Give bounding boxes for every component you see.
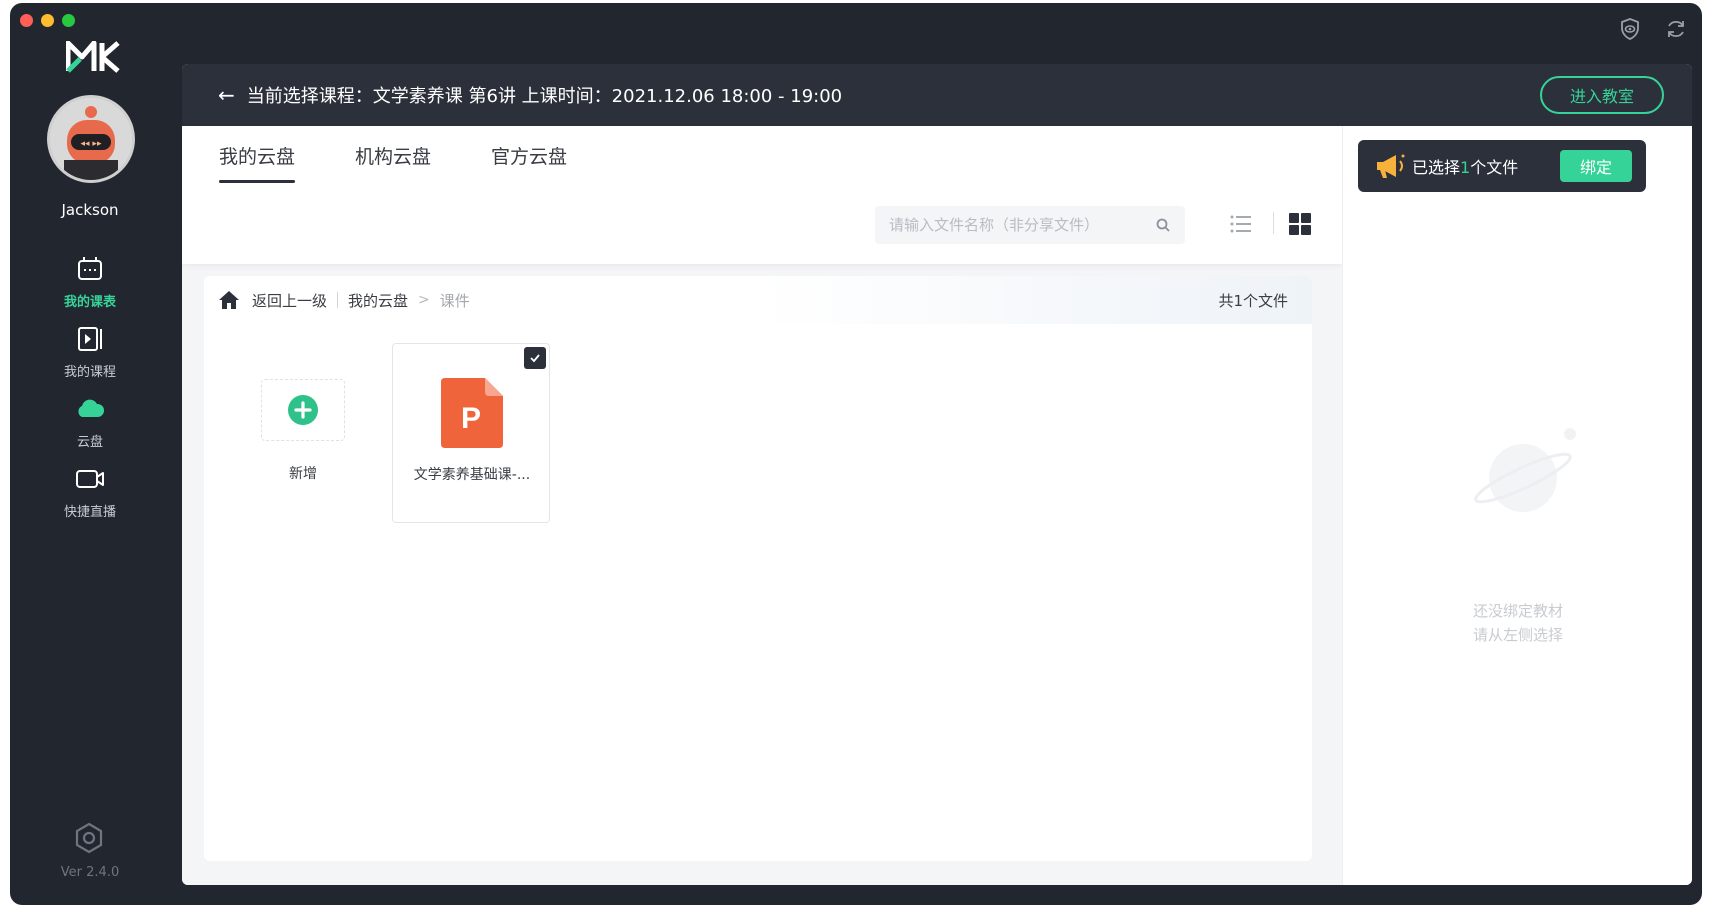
svg-text:◂◂ ▸▸: ◂◂ ▸▸ xyxy=(81,139,102,149)
app-logo xyxy=(66,41,120,73)
grid-view-icon[interactable] xyxy=(1287,211,1313,237)
back-arrow-icon[interactable]: ← xyxy=(218,83,235,107)
course-header: ← 当前选择课程：文学素养课 第6讲 上课时间：2021.12.06 18:00… xyxy=(182,64,1692,126)
cloud-icon xyxy=(78,399,105,417)
add-file-button[interactable] xyxy=(261,379,345,441)
breadcrumb-back-link[interactable]: 返回上一级 xyxy=(252,290,327,311)
enter-classroom-button[interactable]: 进入教室 xyxy=(1540,76,1664,114)
megaphone-icon xyxy=(1377,154,1405,178)
tab-official-cloud[interactable]: 官方云盘 xyxy=(491,142,567,183)
file-item[interactable]: P 文学素养基础课-... xyxy=(392,343,550,523)
selection-summary: 已选择1个文件 xyxy=(1412,158,1519,177)
sidebar-item-my-courses[interactable]: 我的课程 xyxy=(10,323,170,380)
empty-state-line-1: 还没绑定教材 xyxy=(1472,602,1563,620)
version-label: Ver 2.4.0 xyxy=(60,865,120,880)
home-icon[interactable] xyxy=(218,289,240,311)
file-count: 共1个文件 xyxy=(1218,292,1288,310)
files-card: 返回上一级 我的云盘 > 课件 共1个文件 新增 P 文学素养基础课-... xyxy=(204,276,1312,861)
tab-org-cloud[interactable]: 机构云盘 xyxy=(355,142,431,183)
sidebar-item-my-schedule[interactable]: 我的课表 xyxy=(10,253,170,310)
ppt-letter: P xyxy=(461,402,481,435)
avatar[interactable]: ◂◂ ▸▸ xyxy=(47,95,135,183)
username: Jackson xyxy=(61,201,119,219)
settings-icon[interactable] xyxy=(72,821,106,855)
selected-count: 1 xyxy=(1460,158,1471,177)
file-name: 文学素养基础课-... xyxy=(413,467,531,483)
calendar-icon xyxy=(78,257,102,280)
refresh-icon[interactable] xyxy=(1664,17,1688,41)
ppt-file-icon: P xyxy=(441,378,503,448)
breadcrumb-divider xyxy=(337,292,339,308)
tabs-area: 我的云盘 机构云盘 官方云盘 xyxy=(182,126,1342,264)
empty-state-line-2: 请从左侧选择 xyxy=(1472,626,1563,644)
list-view-icon[interactable] xyxy=(1228,211,1254,237)
bound-materials-panel: 已选择1个文件 绑定 还没绑定教材 请从左侧选择 xyxy=(1342,126,1692,885)
sidebar-item-cloud[interactable]: 云盘 xyxy=(10,393,170,450)
sidebar-item-label: 我的课表 xyxy=(63,295,116,310)
tab-bar: 我的云盘 机构云盘 官方云盘 xyxy=(219,142,567,183)
add-file-label: 新增 xyxy=(289,466,317,482)
plus-circle-icon xyxy=(288,395,318,425)
top-right-icons xyxy=(1618,17,1688,41)
sidebar-item-label: 快捷直播 xyxy=(63,505,116,520)
breadcrumb-root-link[interactable]: 我的云盘 xyxy=(348,290,408,311)
breadcrumb-separator: > xyxy=(418,292,430,308)
selection-bar: 已选择1个文件 绑定 xyxy=(1358,140,1646,192)
camera-icon xyxy=(76,470,104,488)
view-divider xyxy=(1273,212,1274,234)
breadcrumb: 返回上一级 我的云盘 > 课件 共1个文件 xyxy=(204,276,1312,324)
shield-eye-icon[interactable] xyxy=(1618,17,1642,41)
sidebar: ◂◂ ▸▸ Jackson 我的课表 我的课程 云盘 快捷直播 Ver 2.4.… xyxy=(10,3,170,905)
main-content: ← 当前选择课程：文学素养课 第6讲 上课时间：2021.12.06 18:00… xyxy=(182,64,1692,885)
robot-avatar-icon: ◂◂ ▸▸ xyxy=(50,98,132,180)
bind-button[interactable]: 绑定 xyxy=(1560,150,1632,182)
check-icon xyxy=(530,354,540,363)
empty-planet-illustration xyxy=(1474,428,1576,512)
app-window: ◂◂ ▸▸ Jackson 我的课表 我的课程 云盘 快捷直播 Ver 2.4.… xyxy=(10,3,1702,905)
file-browser: 我的云盘 机构云盘 官方云盘 请输入文件名称（非分享文件） 返回上一级 我的云盘… xyxy=(182,126,1342,885)
search-input[interactable] xyxy=(889,216,1155,234)
video-course-icon xyxy=(78,327,102,351)
sidebar-item-label: 云盘 xyxy=(76,435,103,450)
search-box xyxy=(875,206,1185,244)
search-icon[interactable] xyxy=(1155,217,1171,233)
course-info: 当前选择课程：文学素养课 第6讲 上课时间：2021.12.06 18:00 -… xyxy=(246,86,843,107)
sidebar-item-quick-live[interactable]: 快捷直播 xyxy=(10,463,170,520)
tab-my-cloud[interactable]: 我的云盘 xyxy=(219,142,296,183)
breadcrumb-current: 课件 xyxy=(439,291,470,310)
sidebar-item-label: 我的课程 xyxy=(63,365,116,380)
file-checkbox[interactable] xyxy=(524,347,546,369)
